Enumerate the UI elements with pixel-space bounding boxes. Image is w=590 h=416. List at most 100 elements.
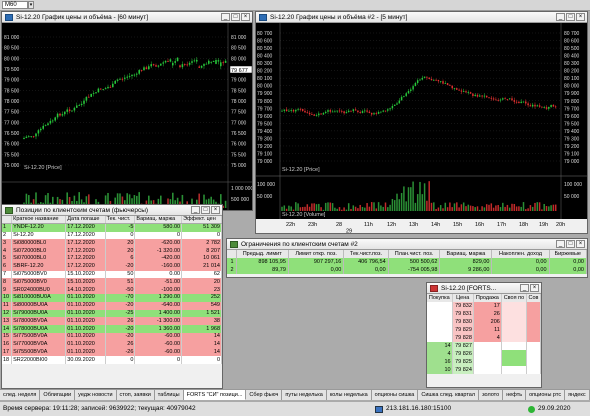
workspace-tab[interactable]: опционы ртс — [526, 390, 566, 400]
table-cell-pos: 20 — [105, 247, 136, 255]
table-row[interactable]: 18 SR22000BI00 30.09.2020 0 0 0 — [2, 356, 222, 365]
workspace-tab[interactable]: опционы сишка — [371, 390, 419, 400]
column-header[interactable]: Предыд. лимит — [236, 250, 289, 258]
minimize-button[interactable]: _ — [221, 13, 230, 21]
workspace-tab[interactable]: нефть — [503, 390, 527, 400]
table-row[interactable]: 1 YNDF-12.20 17.12.2020 -5 580.00 51 309 — [2, 223, 222, 232]
table-row[interactable]: 1 898 105,95 907 297,16 406 796,54 500 500,6… — [227, 258, 588, 266]
workspace-tab[interactable]: колы неделька — [326, 390, 372, 400]
workspace-tab[interactable]: Сишка след. квартал — [418, 390, 480, 400]
table-row[interactable]: 9 SR024000BU0 14.10.2020 -50 -100.00 23 — [2, 286, 222, 294]
window-title-bar[interactable]: Ограничения по клиентским счетам #2 _ □ … — [227, 239, 587, 250]
limits-window[interactable]: Ограничения по клиентским счетам #2 _ □ … — [226, 238, 588, 278]
price-chart-5min[interactable]: 80 700 80 70080 600 80 60080 500 80 50080 4… — [256, 23, 587, 233]
table-row[interactable]: 5 Si070000BL0 17.12.2020 6 -420.00 10 061 — [2, 254, 222, 263]
column-header[interactable] — [227, 250, 237, 258]
close-button[interactable]: × — [576, 13, 585, 21]
column-header[interactable]: План.чист. поз. — [388, 250, 441, 258]
table-row[interactable]: 11 Si80000BU0A 01.10.2020 -20 -640.00 549 — [2, 301, 222, 310]
orderbook-row[interactable]: 16 79 825 — [427, 358, 541, 366]
column-header[interactable]: Покупка — [427, 294, 453, 302]
table-cell-pos: -20 — [105, 301, 136, 310]
table-row[interactable]: 16 Si77000BV0A 01.10.2020 26 -60.00 14 — [2, 340, 222, 349]
workspace-tab[interactable]: яндекс — [565, 390, 590, 400]
orderbook-row[interactable]: 14 79 827 — [427, 342, 541, 350]
column-header[interactable]: Цена — [452, 294, 474, 302]
orderbook-row[interactable]: 79 829 11 — [427, 326, 541, 334]
orderbook-table[interactable]: Покупка Цена Продажа Своя по Сов 79 832 17 79 … — [427, 294, 541, 374]
table-row[interactable]: 7 Si075000BV0 15.10.2020 50 0.00 62 — [2, 270, 222, 279]
table-cell-var: 1 290.00 — [134, 293, 183, 302]
column-header[interactable]: Эффект. цен — [181, 216, 222, 225]
column-header[interactable]: Накоплен. доход — [491, 250, 550, 258]
positions-table[interactable]: Краткое название Дата погаше Тек. чист. Вар… — [2, 216, 222, 365]
column-header[interactable]: Сов — [526, 294, 541, 302]
table-row[interactable]: 13 Si78000BV0A 01.10.2020 26 -1 300.00 38 — [2, 317, 222, 326]
close-button[interactable]: × — [530, 284, 539, 292]
workspace-tab[interactable]: Облигации — [40, 390, 76, 400]
maximize-button[interactable]: □ — [566, 13, 575, 21]
workspace-tab[interactable]: FORTS "СИ" позици... — [183, 390, 247, 400]
candle-body — [92, 93, 95, 94]
table-row[interactable]: 8 Si075000BV0 15.10.2020 51 -51.00 20 — [2, 278, 222, 287]
table-row[interactable]: 15 Si77500BV0A 01.10.2020 -20 -60.00 14 — [2, 332, 222, 341]
table-row[interactable]: 10 Si810000BU0A 01.10.2020 -70 1 290.00 252 — [2, 293, 222, 302]
minimize-button[interactable]: _ — [191, 206, 200, 214]
limits-table[interactable]: Предыд. лимит Лимит откр. поз. Тек.чист.по… — [227, 250, 588, 274]
column-header[interactable]: Краткое название — [11, 216, 67, 225]
orderbook-row[interactable]: 10 79 824 — [427, 366, 541, 374]
workspace-tab[interactable]: путы неделька — [282, 390, 327, 400]
window-title-bar[interactable]: Si-12.20 [FORTS... _ × — [427, 283, 541, 294]
column-header[interactable]: Биржевые — [549, 250, 588, 258]
minimize-button[interactable]: _ — [556, 13, 565, 21]
maximize-button[interactable]: □ — [566, 240, 575, 248]
chart-window-60min[interactable]: Si-12.20 График цены и объёма - [60 мину… — [1, 11, 253, 211]
price-chart-60min[interactable]: 81 000 81 000 80 500 80 500 80 000 80 000 79 5… — [2, 23, 252, 210]
orderbook-row[interactable]: 79 831 26 — [427, 310, 541, 318]
workspace-tab[interactable]: уедж новости — [75, 390, 117, 400]
minimize-button[interactable]: _ — [520, 284, 529, 292]
workspace-tab[interactable]: след. неделя — [0, 390, 41, 400]
minimize-button[interactable]: _ — [556, 240, 565, 248]
table-row[interactable]: 14 Si78000BU0A 01.10.2020 -20 1 360.00 1 968 — [2, 325, 222, 333]
close-button[interactable]: × — [576, 240, 585, 248]
orderbook-row[interactable]: 79 832 17 — [427, 302, 541, 310]
window-title-bar[interactable]: Позиции по клиентским счетам (фьючерсы) … — [2, 205, 222, 216]
table-row[interactable]: 6 SBRF-12.20 17.12.2020 -20 -160.00 21 014 — [2, 262, 222, 271]
positions-window[interactable]: Позиции по клиентским счетам (фьючерсы) … — [1, 204, 223, 389]
table-row[interactable]: 2 89,79 0,00 0,00 -754 005,98 9 286,00 0,00 0,0… — [227, 266, 588, 274]
maximize-button[interactable]: □ — [201, 206, 210, 214]
maximize-button[interactable]: □ — [231, 13, 240, 21]
table-row[interactable]: 2 Si-12.20 17.12.2020 0 0 0 — [2, 231, 222, 240]
table-row[interactable]: 4 Si072000BL0 17.12.2020 20 -1 320.00 8 207 — [2, 247, 222, 255]
orderbook-row[interactable]: 79 830 206 — [427, 318, 541, 326]
window-title-bar[interactable]: Si-12.20 График цены и объёма #2 - [5 ми… — [256, 12, 587, 23]
orderbook-window[interactable]: Si-12.20 [FORTS... _ × Покупка Цена Продаж… — [426, 282, 542, 388]
chevron-down-icon[interactable]: ▾ — [28, 1, 34, 9]
table-row[interactable]: 3 Si080000BL0 17.12.2020 20 -620.00 2 782 — [2, 239, 222, 248]
chart-window-5min[interactable]: Si-12.20 График цены и объёма #2 - [5 ми… — [255, 11, 588, 234]
column-header[interactable]: Вариац. маржа — [439, 250, 493, 258]
column-header[interactable]: Продажа — [473, 294, 502, 302]
workspace-tab[interactable]: таблицы — [154, 390, 184, 400]
window-title-bar[interactable]: Si-12.20 График цены и объёма - [60 мину… — [2, 12, 252, 23]
volume-bar — [469, 205, 472, 211]
orderbook-row[interactable]: 79 828 4 — [427, 334, 541, 342]
table-row[interactable]: 12 Si79000BU0A 01.10.2020 -25 1 400.00 1 521 — [2, 309, 222, 318]
table-row[interactable]: 17 Si75500BV0A 01.10.2020 -26 -60.00 14 — [2, 348, 222, 357]
workspace-tab[interactable]: стоп, заявки — [116, 390, 155, 400]
orderbook-row[interactable]: 4 79 826 — [427, 350, 541, 358]
close-button[interactable]: × — [241, 13, 250, 21]
column-header[interactable]: Вариац. маржа — [134, 216, 183, 225]
workspace-tab[interactable]: Сбер фьюч — [246, 390, 283, 400]
column-header[interactable]: Тек. чист. — [105, 216, 136, 225]
price-axis-tick-right: 80 000 — [231, 56, 247, 62]
column-header[interactable]: Лимит откр. поз. — [288, 250, 345, 258]
timeframe-select[interactable]: M60 — [2, 1, 28, 9]
column-header[interactable]: Тек.чист.поз. — [343, 250, 389, 258]
column-header[interactable] — [2, 216, 13, 225]
column-header[interactable]: Дата погаше — [65, 216, 106, 225]
workspace-tab[interactable]: золото — [479, 390, 504, 400]
close-button[interactable]: × — [211, 206, 220, 214]
column-header[interactable]: Своя по — [501, 294, 528, 302]
